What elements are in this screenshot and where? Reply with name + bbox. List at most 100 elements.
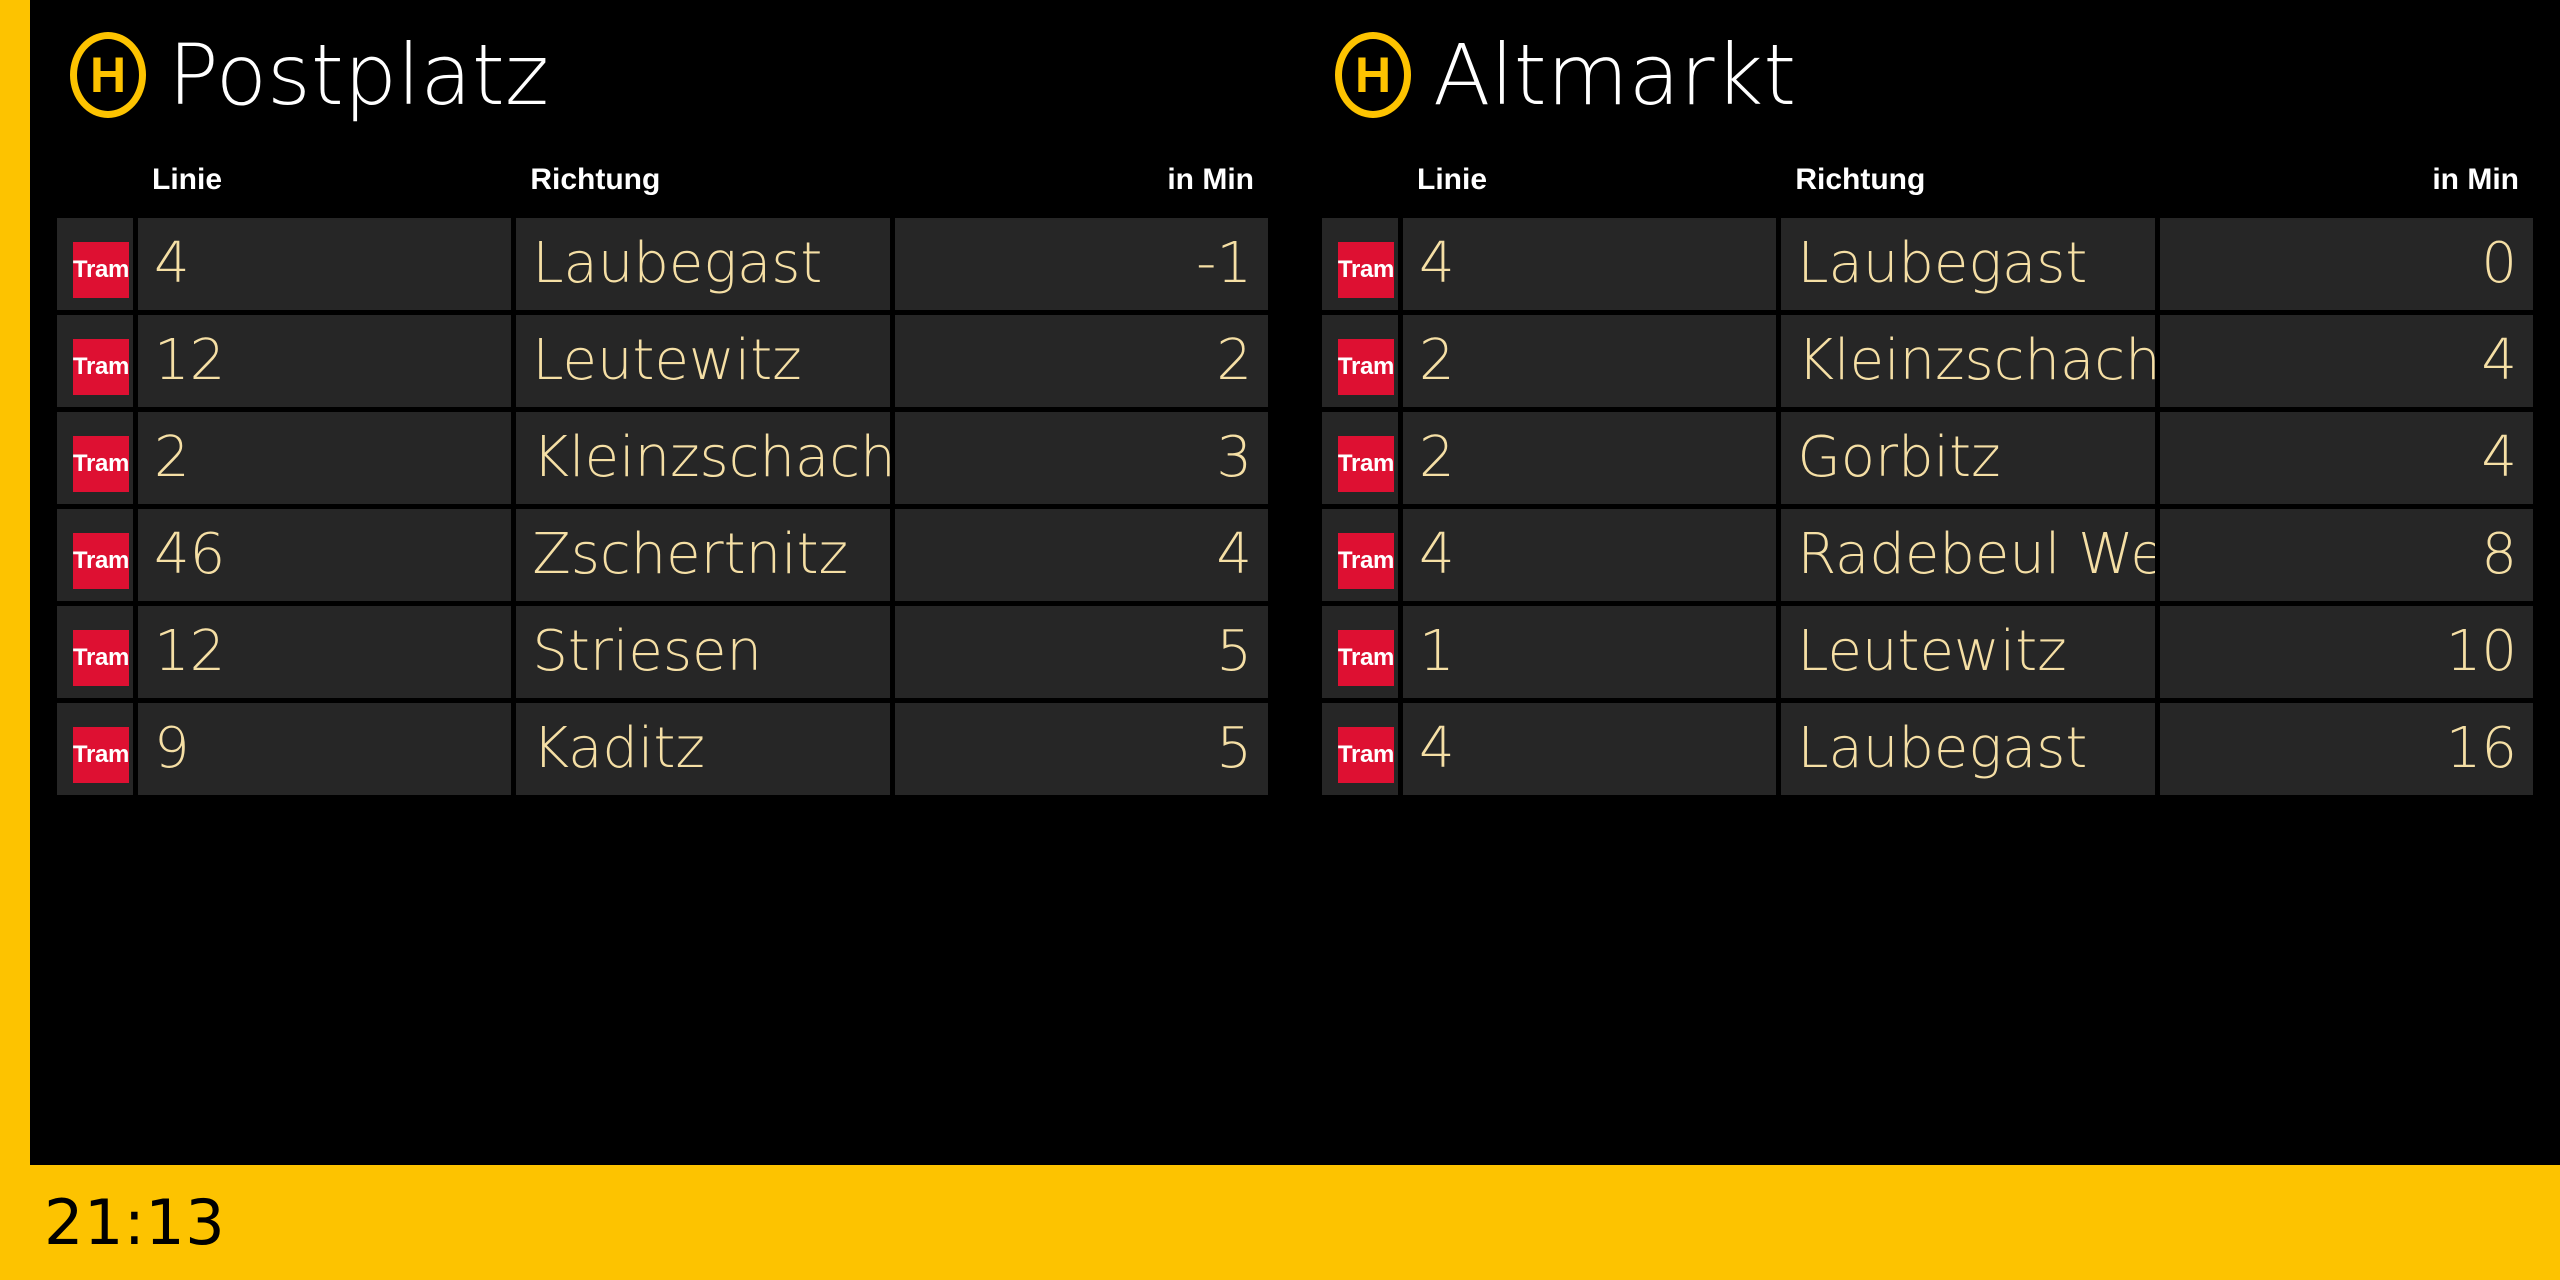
line-number: 4 — [1403, 509, 1777, 601]
station-panel-altmarkt: H Altmarkt Linie Richtung in Min Tram 4 … — [1295, 0, 2560, 1165]
departures-table: Linie Richtung in Min Tram 4 Laubegast -… — [52, 150, 1273, 800]
table-row[interactable]: Tram 12 Leutewitz 2 — [57, 315, 1268, 407]
station-name: Postplatz — [168, 26, 549, 124]
table-row[interactable]: Tram 1 Leutewitz 10 — [1322, 606, 2533, 698]
line-number: 12 — [138, 606, 512, 698]
tram-badge: Tram — [1338, 338, 1394, 395]
table-row[interactable]: Tram 46 Zschertnitz 4 — [57, 509, 1268, 601]
direction: Kleinzschachwitz — [1781, 315, 2155, 407]
table-row[interactable]: Tram 4 Laubegast -1 — [57, 218, 1268, 310]
header-line: Linie — [152, 163, 223, 196]
table-header: Linie Richtung in Min — [1322, 155, 2533, 213]
tram-badge: Tram — [73, 435, 129, 492]
tram-badge: Tram — [73, 241, 129, 298]
minutes: 4 — [894, 509, 1268, 601]
direction: Leutewitz — [1781, 606, 2155, 698]
line-number: 46 — [138, 509, 512, 601]
minutes: 10 — [2159, 606, 2533, 698]
line-number: 12 — [138, 315, 512, 407]
minutes: 5 — [894, 703, 1268, 795]
station-panel-postplatz: H Postplatz Linie Richtung in Min Tram 4… — [30, 0, 1295, 1165]
stop-h-glyph: H — [89, 47, 127, 103]
table-row[interactable]: Tram 12 Striesen 5 — [57, 606, 1268, 698]
tram-badge: Tram — [73, 532, 129, 589]
direction: Laubegast — [1781, 218, 2155, 310]
mode-badge-cell: Tram — [57, 606, 133, 698]
line-number: 4 — [1403, 218, 1777, 310]
left-accent-strip — [0, 0, 30, 1165]
minutes: 8 — [2159, 509, 2533, 601]
direction: Laubegast — [1781, 703, 2155, 795]
stop-h-glyph: H — [1354, 47, 1392, 103]
header-row: Linie Richtung in Min — [1322, 155, 2533, 213]
station-header: H Altmarkt — [1317, 0, 2538, 150]
table-body: Tram 4 Laubegast 0 Tram 2 Kleinzschachwi… — [1322, 218, 2533, 795]
mode-badge-cell: Tram — [1322, 412, 1398, 504]
mode-badge-cell: Tram — [1322, 703, 1398, 795]
minutes: 2 — [894, 315, 1268, 407]
mode-badge-cell: Tram — [57, 412, 133, 504]
header-minutes: in Min — [2432, 163, 2519, 196]
line-number: 9 — [138, 703, 512, 795]
minutes: 16 — [2159, 703, 2533, 795]
direction: Striesen — [516, 606, 890, 698]
departures-table: Linie Richtung in Min Tram 4 Laubegast 0 — [1317, 150, 2538, 800]
line-number: 2 — [138, 412, 512, 504]
minutes: 4 — [2159, 315, 2533, 407]
minutes: 4 — [2159, 412, 2533, 504]
table-row[interactable]: Tram 2 Gorbitz 4 — [1322, 412, 2533, 504]
direction: Gorbitz — [1781, 412, 2155, 504]
table-row[interactable]: Tram 4 Laubegast 0 — [1322, 218, 2533, 310]
table-row[interactable]: Tram 4 Radebeul West 8 — [1322, 509, 2533, 601]
minutes: 5 — [894, 606, 1268, 698]
table-header: Linie Richtung in Min — [57, 155, 1268, 213]
minutes: 0 — [2159, 218, 2533, 310]
line-number: 1 — [1403, 606, 1777, 698]
tram-badge: Tram — [1338, 629, 1394, 686]
stop-h-icon: H — [1335, 32, 1411, 118]
line-number: 4 — [1403, 703, 1777, 795]
direction: Kleinzschachwitz — [516, 412, 890, 504]
tram-badge: Tram — [1338, 726, 1394, 783]
line-number: 4 — [138, 218, 512, 310]
departure-board: H Postplatz Linie Richtung in Min Tram 4… — [0, 0, 2560, 1280]
direction: Leutewitz — [516, 315, 890, 407]
direction: Kaditz — [516, 703, 890, 795]
mode-badge-cell: Tram — [57, 315, 133, 407]
header-mode — [57, 155, 133, 213]
mode-badge-cell: Tram — [1322, 218, 1398, 310]
tram-badge: Tram — [73, 629, 129, 686]
table-row[interactable]: Tram 9 Kaditz 5 — [57, 703, 1268, 795]
station-name: Altmarkt — [1433, 26, 1797, 124]
tram-badge: Tram — [1338, 241, 1394, 298]
minutes: -1 — [894, 218, 1268, 310]
table-row[interactable]: Tram 4 Laubegast 16 — [1322, 703, 2533, 795]
station-panels: H Postplatz Linie Richtung in Min Tram 4… — [30, 0, 2560, 1165]
table-row[interactable]: Tram 2 Kleinzschachwitz 4 — [1322, 315, 2533, 407]
mode-badge-cell: Tram — [57, 509, 133, 601]
tram-badge: Tram — [1338, 532, 1394, 589]
mode-badge-cell: Tram — [1322, 509, 1398, 601]
mode-badge-cell: Tram — [57, 703, 133, 795]
tram-badge: Tram — [1338, 435, 1394, 492]
station-header: H Postplatz — [52, 0, 1273, 150]
mode-badge-cell: Tram — [1322, 315, 1398, 407]
mode-badge-cell: Tram — [57, 218, 133, 310]
line-number: 2 — [1403, 315, 1777, 407]
stop-h-icon: H — [70, 32, 146, 118]
header-row: Linie Richtung in Min — [57, 155, 1268, 213]
header-mode — [1322, 155, 1398, 213]
mode-badge-cell: Tram — [1322, 606, 1398, 698]
header-minutes: in Min — [1167, 163, 1254, 196]
tram-badge: Tram — [73, 338, 129, 395]
direction: Radebeul West — [1781, 509, 2155, 601]
direction: Laubegast — [516, 218, 890, 310]
header-direction: Richtung — [530, 163, 661, 196]
line-number: 2 — [1403, 412, 1777, 504]
tram-badge: Tram — [73, 726, 129, 783]
current-time: 21:13 — [44, 1185, 226, 1259]
header-direction: Richtung — [1795, 163, 1926, 196]
minutes: 3 — [894, 412, 1268, 504]
table-row[interactable]: Tram 2 Kleinzschachwitz 3 — [57, 412, 1268, 504]
header-line: Linie — [1417, 163, 1488, 196]
